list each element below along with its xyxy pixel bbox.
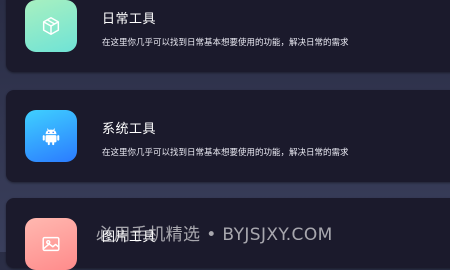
tool-card-daily[interactable]: 日常工具 在这里你几乎可以找到日常基本想要使用的功能，解决日常的需求 — [6, 0, 450, 72]
image-tools-icon-tile — [25, 218, 77, 270]
tool-title: 系统工具 — [102, 122, 157, 137]
tool-description: 在这里你几乎可以找到日常基本想要使用的功能，解决日常的需求 — [102, 148, 349, 158]
box-icon — [42, 17, 60, 35]
daily-tools-icon-tile — [25, 0, 77, 52]
tool-title: 日常工具 — [102, 12, 157, 27]
android-icon — [42, 128, 60, 146]
tool-description: 在这里你几乎可以找到日常基本想要使用的功能，解决日常的需求 — [102, 38, 349, 48]
watermark-text: 必用手机精选 • BYJSJXY.COM — [96, 225, 333, 245]
system-tools-icon-tile — [25, 110, 77, 162]
tool-card-system[interactable]: 系统工具 在这里你几乎可以找到日常基本想要使用的功能，解决日常的需求 — [6, 90, 450, 182]
